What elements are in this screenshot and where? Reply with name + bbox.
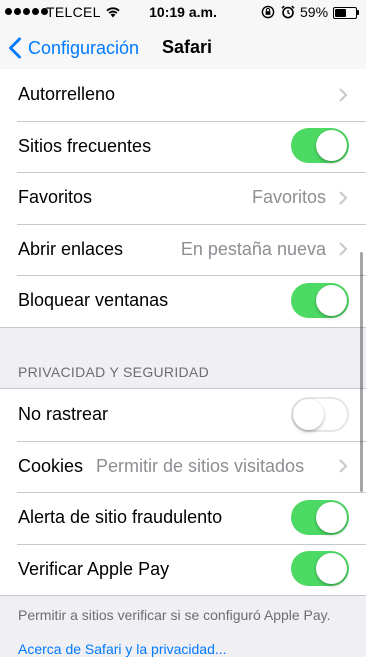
rotation-lock-icon xyxy=(261,5,275,19)
section-header-privacy: PRIVACIDAD Y SEGURIDAD xyxy=(18,364,209,380)
toggle-knob xyxy=(316,553,347,585)
row-label: Sitios frecuentes xyxy=(18,135,152,156)
chevron-right-icon xyxy=(339,459,348,473)
row-no-rastrear: No rastrear xyxy=(0,389,366,441)
row-label: Bloquear ventanas xyxy=(18,290,169,311)
back-button-label: Configuración xyxy=(28,37,140,58)
page-title: Safari xyxy=(162,37,213,57)
row-label: Verificar Apple Pay xyxy=(18,558,170,579)
row-verificar-apple-pay: Verificar Apple Pay xyxy=(0,543,366,596)
privacy-settings-group: No rastrear Cookies Permitir de sitios v… xyxy=(0,388,366,596)
row-label: Cookies xyxy=(18,455,84,476)
chevron-right-icon xyxy=(339,191,348,205)
status-bar: TELCEL 10:19 a.m. 59% xyxy=(0,0,366,24)
row-label: Autorrelleno xyxy=(18,84,116,105)
no-rastrear-toggle[interactable] xyxy=(291,396,349,432)
battery-percent: 59% xyxy=(300,4,329,20)
alerta-fraudulento-toggle[interactable] xyxy=(291,499,349,535)
sitios-frecuentes-toggle[interactable] xyxy=(291,128,349,164)
row-favoritos[interactable]: Favoritos Favoritos xyxy=(0,172,366,224)
battery-icon xyxy=(333,7,357,19)
toggle-knob xyxy=(316,284,347,316)
row-value: En pestaña nueva xyxy=(180,238,326,259)
toggle-knob xyxy=(293,398,324,430)
verificar-apple-pay-toggle[interactable] xyxy=(291,551,349,587)
chevron-right-icon xyxy=(339,242,348,256)
row-alerta-sitio-fraudulento: Alerta de sitio fraudulento xyxy=(0,492,366,544)
chevron-left-icon xyxy=(9,37,21,59)
row-bloquear-ventanas: Bloquear ventanas xyxy=(0,275,366,327)
row-autorrelleno[interactable]: Autorrelleno xyxy=(0,69,366,121)
row-sitios-frecuentes: Sitios frecuentes xyxy=(0,120,366,173)
row-label: Abrir enlaces xyxy=(18,238,124,259)
battery-cap xyxy=(357,10,359,15)
row-label: Alerta de sitio fraudulento xyxy=(18,507,223,528)
scroll-indicator[interactable] xyxy=(360,252,363,492)
row-value: Favoritos xyxy=(251,187,326,208)
navigation-bar: Configuración Safari xyxy=(0,24,366,73)
alarm-icon xyxy=(281,5,295,19)
general-settings-group: Autorrelleno Sitios frecuentes Favoritos… xyxy=(0,69,366,328)
row-value: Permitir de sitios visitados xyxy=(96,455,305,476)
row-cookies[interactable]: Cookies Permitir de sitios visitados xyxy=(0,440,366,493)
privacy-info-link[interactable]: Acerca de Safari y la privacidad... xyxy=(18,641,227,657)
back-button[interactable]: Configuración xyxy=(8,34,139,62)
battery-fill xyxy=(335,9,346,17)
privacy-footer-text: Permitir a sitios verificar si se config… xyxy=(18,607,331,623)
row-label: Favoritos xyxy=(18,187,93,208)
bloquear-ventanas-toggle[interactable] xyxy=(291,282,349,318)
row-abrir-enlaces[interactable]: Abrir enlaces En pestaña nueva xyxy=(0,223,366,276)
row-label: No rastrear xyxy=(18,404,109,425)
toggle-knob xyxy=(316,130,347,162)
toggle-knob xyxy=(316,501,347,533)
chevron-right-icon xyxy=(339,88,348,102)
